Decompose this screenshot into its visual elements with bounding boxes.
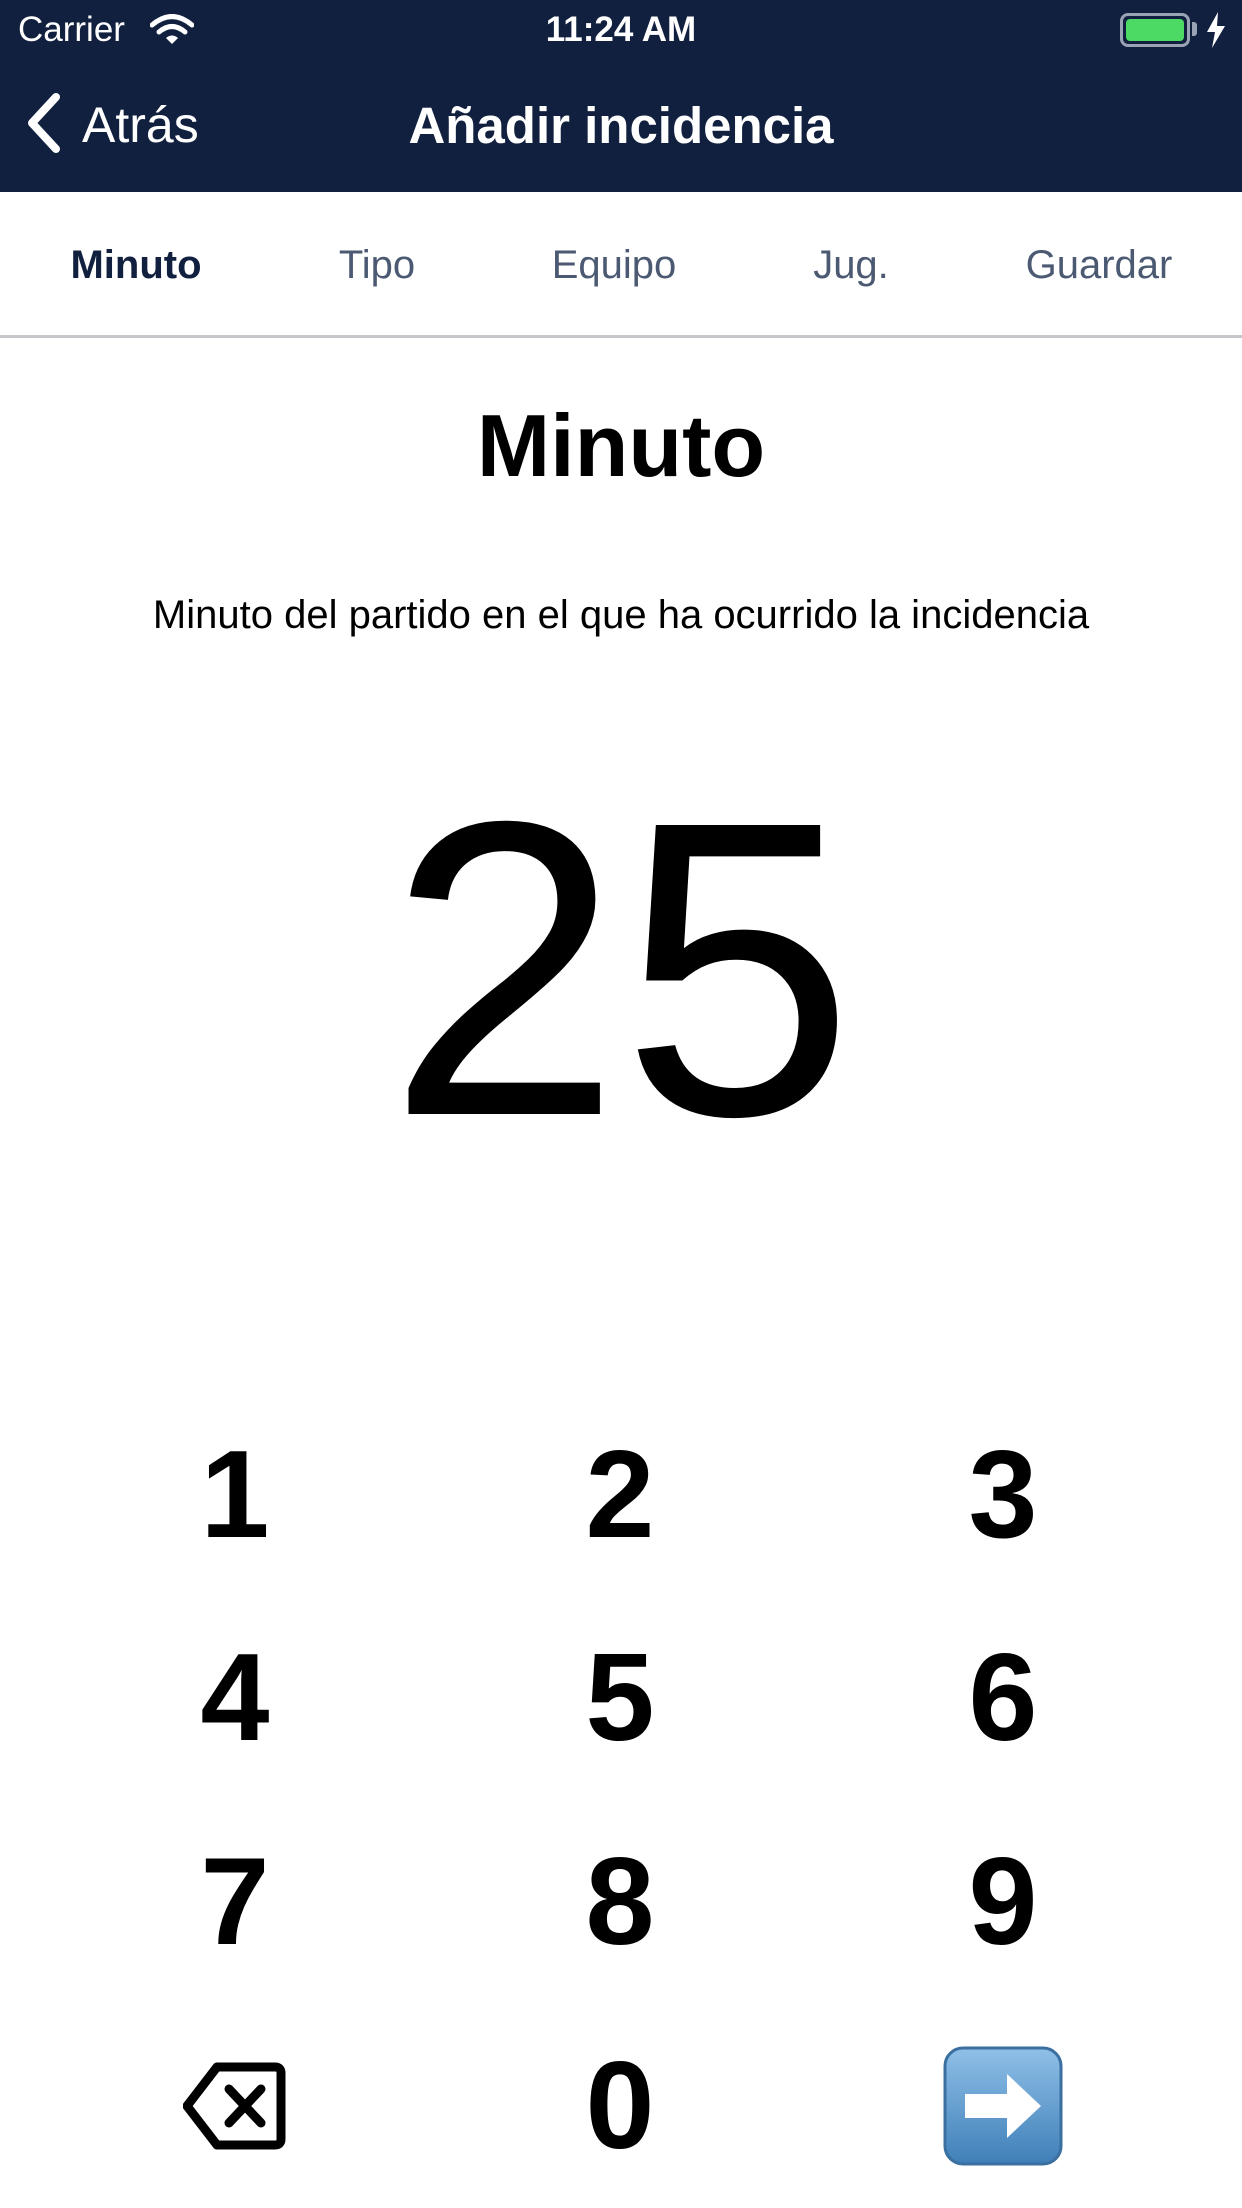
- charging-bolt-icon: [1205, 12, 1227, 48]
- tab-guardar[interactable]: Guardar: [979, 240, 1219, 290]
- key-5[interactable]: 5: [470, 1623, 770, 1773]
- tab-equipo[interactable]: Equipo: [494, 240, 734, 290]
- section-description: Minuto del partido en el que ha ocurrido…: [152, 593, 1090, 637]
- battery-level: [1126, 19, 1184, 41]
- key-9[interactable]: 9: [853, 1827, 1153, 1977]
- key-7[interactable]: 7: [85, 1827, 385, 1977]
- key-0[interactable]: 0: [470, 2031, 770, 2181]
- navigation-bar: Atrás Añadir incidencia: [0, 60, 1242, 192]
- key-8[interactable]: 8: [470, 1827, 770, 1977]
- tab-jugador[interactable]: Jug.: [731, 240, 971, 290]
- backspace-icon: [183, 2061, 287, 2151]
- delete-button[interactable]: [85, 2031, 385, 2181]
- step-tabs: Minuto Tipo Equipo Jug. Guardar: [0, 192, 1242, 338]
- right-arrow-icon: [943, 2046, 1063, 2166]
- status-bar: Carrier 11:24 AM: [0, 0, 1242, 60]
- battery-icon: [1120, 13, 1190, 47]
- next-button[interactable]: [853, 2031, 1153, 2181]
- battery-tip: [1192, 22, 1197, 36]
- key-3[interactable]: 3: [853, 1420, 1153, 1570]
- key-4[interactable]: 4: [85, 1623, 385, 1773]
- minute-value-display: 25: [387, 735, 855, 1204]
- page-title: Añadir incidencia: [408, 97, 834, 154]
- key-2[interactable]: 2: [470, 1420, 770, 1570]
- section-heading: Minuto: [476, 396, 766, 495]
- tab-tipo[interactable]: Tipo: [257, 240, 497, 290]
- key-6[interactable]: 6: [853, 1623, 1153, 1773]
- key-1[interactable]: 1: [85, 1420, 385, 1570]
- tab-minuto[interactable]: Minuto: [16, 240, 256, 290]
- status-time: 11:24 AM: [545, 10, 697, 49]
